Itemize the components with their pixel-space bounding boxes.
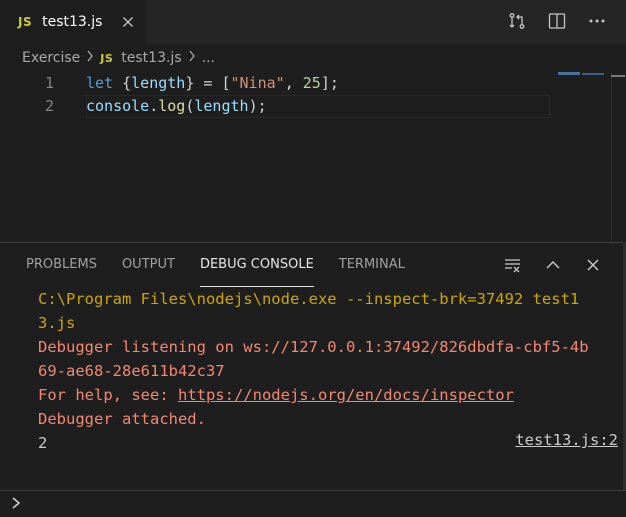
js-file-icon: JS xyxy=(18,15,33,29)
line-number: 2 xyxy=(44,97,54,115)
code-token: { xyxy=(122,74,132,92)
console-line: Debugger attached. xyxy=(38,410,206,428)
inspector-docs-link[interactable]: https://nodejs.org/en/docs/inspector xyxy=(178,386,514,404)
more-actions-icon[interactable] xyxy=(586,10,608,32)
console-line: Debugger listening on ws://127.0.0.1:374… xyxy=(38,338,589,356)
breadcrumb-file[interactable]: test13.js xyxy=(121,50,181,66)
maximize-panel-icon[interactable] xyxy=(542,254,564,276)
editor-tab-bar: JS test13.js xyxy=(0,0,626,44)
minimap-line xyxy=(558,72,580,75)
code-text: console.log(length); xyxy=(86,95,267,118)
code-token: let xyxy=(86,74,123,92)
code-editor[interactable]: 1 let {length} = ["Nina", 25]; 2 console… xyxy=(0,72,626,242)
code-token: } = [ xyxy=(185,74,231,92)
code-token: ]; xyxy=(320,74,339,92)
code-line[interactable]: 1 let {length} = ["Nina", 25]; xyxy=(0,72,626,95)
code-token: length xyxy=(131,74,186,92)
breadcrumb-folder[interactable]: Exercise xyxy=(22,50,80,66)
code-line[interactable]: 2 console.log(length); xyxy=(0,95,626,118)
code-token: length xyxy=(194,97,249,115)
chevron-right-icon xyxy=(86,50,94,66)
bottom-panel: PROBLEMS OUTPUT DEBUG CONSOLE TERMINAL C… xyxy=(0,242,626,516)
tab-title: test13.js xyxy=(42,14,103,30)
minimap-line xyxy=(582,73,604,75)
open-changes-icon[interactable] xyxy=(506,10,528,32)
code-token: ); xyxy=(248,97,267,115)
breadcrumb: Exercise JS test13.js ... xyxy=(0,44,626,72)
console-line: 69-ae68-28e611b42c37 xyxy=(38,362,225,380)
console-line: 3.js xyxy=(38,314,76,332)
debug-console-output: C:\Program Files\nodejs\node.exe --inspe… xyxy=(38,287,623,455)
code-token: log xyxy=(158,97,186,115)
breadcrumb-more[interactable]: ... xyxy=(202,50,215,66)
js-file-icon: JS xyxy=(100,51,114,65)
code-token: . xyxy=(149,97,159,115)
line-number: 1 xyxy=(44,74,54,92)
code-token: 25 xyxy=(302,74,321,92)
console-input[interactable] xyxy=(0,490,626,516)
close-icon[interactable] xyxy=(120,14,136,30)
code-text: let {length} = ["Nina", 25]; xyxy=(86,72,339,95)
panel-tabs: PROBLEMS OUTPUT DEBUG CONSOLE TERMINAL xyxy=(26,243,405,287)
chevron-right-icon xyxy=(8,493,26,513)
code-token: , xyxy=(284,74,303,92)
editor-actions xyxy=(506,10,608,32)
close-panel-icon[interactable] xyxy=(582,254,604,276)
panel-actions xyxy=(502,254,604,276)
chevron-right-icon xyxy=(188,50,196,66)
tab-debug-console[interactable]: DEBUG CONSOLE xyxy=(199,243,314,287)
code-token: console xyxy=(86,97,150,115)
scrollbar-marker xyxy=(611,75,625,77)
clear-console-icon[interactable] xyxy=(502,254,524,276)
console-line: C:\Program Files\nodejs\node.exe --inspe… xyxy=(38,290,580,308)
tab-output[interactable]: OUTPUT xyxy=(122,243,175,287)
console-help-prefix: For help, see: xyxy=(38,386,178,404)
editor-scrollbar[interactable] xyxy=(611,72,626,242)
split-editor-icon[interactable] xyxy=(546,10,568,32)
code-token: "Nina" xyxy=(230,74,285,92)
console-line: For help, see: https://nodejs.org/en/doc… xyxy=(38,383,623,407)
tab-test13-js[interactable]: JS test13.js xyxy=(0,0,146,44)
source-location-link[interactable]: test13.js:2 xyxy=(515,431,618,449)
tab-terminal[interactable]: TERMINAL xyxy=(339,243,405,287)
tab-problems[interactable]: PROBLEMS xyxy=(26,243,97,287)
